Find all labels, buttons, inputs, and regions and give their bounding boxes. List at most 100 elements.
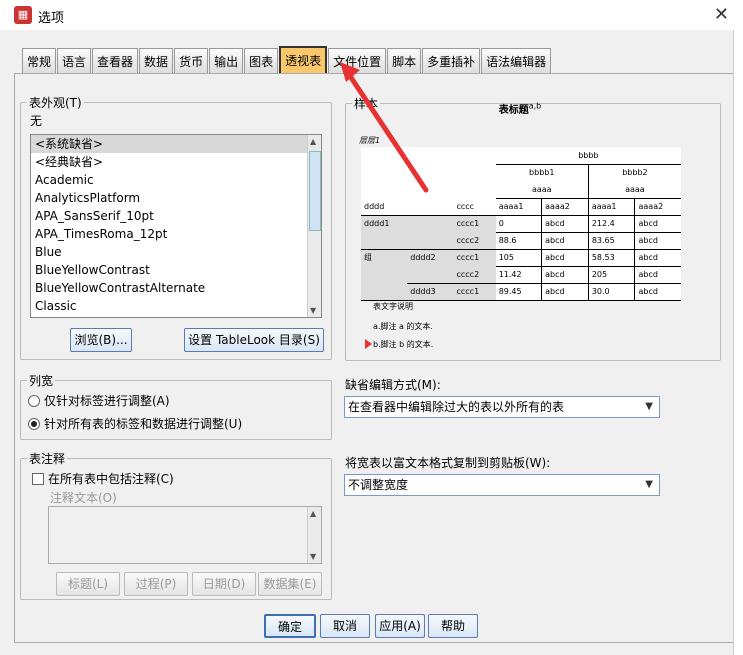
radio-label: 针对所有表的标签和数据进行调整(U) <box>44 417 243 431</box>
tab-language[interactable]: 语言 <box>57 48 92 74</box>
tab-general[interactable]: 常规 <box>22 48 57 74</box>
copy-wide-label: 将宽表以富文本格式复制到剪贴板(W): <box>345 456 551 470</box>
list-item[interactable]: <系统缺省> <box>31 135 321 153</box>
sample-cell: abcd <box>541 249 589 266</box>
tab-output[interactable]: 输出 <box>209 48 244 74</box>
sample-sub-header: aaaa2 <box>634 197 681 215</box>
checkbox-icon[interactable] <box>32 472 44 485</box>
tab-strip: 常规 语言 查看器 数据 货币 输出 图表 透视表 文件位置 脚本 多重插补 语… <box>22 46 552 74</box>
browse-button[interactable]: 浏览(B)... <box>70 328 132 352</box>
scroll-down-icon[interactable]: ▼ <box>310 552 316 561</box>
list-item[interactable]: Classic <box>31 297 321 315</box>
copy-wide-value: 不调整宽度 <box>348 478 409 492</box>
radio-selected-icon[interactable] <box>28 417 40 430</box>
sample-cell: 58.53 <box>587 249 635 266</box>
edit-mode-select[interactable]: 在查看器中编辑除过大的表以外所有的表 ▼ <box>344 396 660 418</box>
sample-cell: 105 <box>498 253 514 262</box>
sample-cell: 组 <box>361 249 408 266</box>
tablelook-legend: 表外观(T) <box>29 96 82 110</box>
set-tablelook-dir-button[interactable]: 设置 TableLook 目录(S) <box>184 328 324 352</box>
list-item[interactable]: BlueYellowContrastAlternate <box>31 279 321 297</box>
scroll-up-icon[interactable]: ▲ <box>310 509 316 518</box>
sample-cell: abcd <box>634 282 681 300</box>
footnote-marker-icon <box>365 339 372 349</box>
include-comments-checkbox[interactable]: 在所有表中包括注释(C) <box>32 470 174 487</box>
comment-text-area[interactable]: ▲ ▼ <box>48 506 322 564</box>
sample-col-header: bbbb2 <box>587 163 681 181</box>
list-item[interactable]: APA_TimesRoma_12pt <box>31 225 321 243</box>
scroll-up-icon[interactable]: ▲ <box>310 137 316 146</box>
sample-col-header: bbbb1 <box>495 163 589 181</box>
notes-legend: 表注释 <box>29 452 66 466</box>
ok-button[interactable]: 确定 <box>264 614 316 638</box>
sample-footnote-a: a.脚注 a 的文本. <box>373 322 433 331</box>
sample-cell: abcd <box>634 265 681 283</box>
sample-cell: abcd <box>541 265 589 283</box>
options-dialog: ▦ 选项 ✕ 常规 语言 查看器 数据 货币 输出 图表 透视表 文件位置 脚本… <box>0 0 743 655</box>
tab-syntax-editor[interactable]: 语法编辑器 <box>481 48 552 74</box>
list-item[interactable]: APA_SansSerif_10pt <box>31 207 321 225</box>
sample-cell: cccc1 <box>453 249 496 266</box>
copy-wide-select[interactable]: 不调整宽度 ▼ <box>344 474 660 496</box>
column-width-legend: 列宽 <box>29 374 54 388</box>
sample-caption: 表文字说明 <box>373 302 413 311</box>
list-item[interactable]: Academic <box>31 171 321 189</box>
tablelook-list[interactable]: <系统缺省> <经典缺省> Academic AnalyticsPlatform… <box>30 134 322 318</box>
sample-cell: dddd1 <box>361 215 408 232</box>
sample-cell: 30.0 <box>587 282 635 300</box>
sample-cell: dddd2 <box>407 249 454 266</box>
list-item[interactable]: AnalyticsPlatform <box>31 189 321 207</box>
radio-icon[interactable] <box>28 394 40 407</box>
sample-cell: cccc2 <box>453 266 496 283</box>
title-bar: ▦ 选项 ✕ <box>0 0 743 30</box>
sample-cell <box>361 232 408 249</box>
close-button[interactable]: ✕ <box>714 4 729 25</box>
sample-cell: 83.65 <box>587 231 635 249</box>
scroll-thumb[interactable] <box>309 151 321 231</box>
tab-charts[interactable]: 图表 <box>244 48 279 74</box>
sample-col-header: aaaa <box>531 184 552 194</box>
sample-cell: abcd <box>634 215 681 232</box>
cancel-button[interactable]: 取消 <box>320 614 370 638</box>
sample-cell: abcd <box>634 249 681 266</box>
sample-row-header: cccc <box>456 201 475 211</box>
sample-row-header: dddd <box>364 201 385 211</box>
comment-text-label: 注释文本(O) <box>50 491 117 505</box>
scroll-down-icon[interactable]: ▼ <box>310 306 316 315</box>
procedure-button[interactable]: 过程(P) <box>124 572 188 596</box>
comment-scrollbar[interactable]: ▲ ▼ <box>307 507 321 563</box>
list-item[interactable]: BlueYellowContrast <box>31 261 321 279</box>
dataset-button[interactable]: 数据集(E) <box>258 572 322 596</box>
list-item[interactable]: <经典缺省> <box>31 153 321 171</box>
apply-button[interactable]: 应用(A) <box>375 614 425 638</box>
radio-labels-only[interactable]: 仅针对标签进行调整(A) <box>28 392 170 409</box>
edit-mode-value: 在查看器中编辑除过大的表以外所有的表 <box>348 400 565 414</box>
title-button[interactable]: 标题(L) <box>56 572 120 596</box>
tab-data[interactable]: 数据 <box>139 48 174 74</box>
tab-pivot-tables[interactable]: 透视表 <box>279 46 328 74</box>
help-button[interactable]: 帮助 <box>428 614 478 638</box>
list-item[interactable]: Blue <box>31 243 321 261</box>
date-button[interactable]: 日期(D) <box>192 572 256 596</box>
list-scrollbar[interactable]: ▲ ▼ <box>307 135 321 317</box>
sample-col-header: aaaa <box>587 181 681 198</box>
background-window-edge-right <box>733 30 743 655</box>
sample-cell: 205 <box>587 265 635 283</box>
tab-currency[interactable]: 货币 <box>174 48 209 74</box>
sample-cell: abcd <box>541 231 589 249</box>
app-icon: ▦ <box>14 6 32 24</box>
chevron-down-icon[interactable]: ▼ <box>645 397 653 417</box>
chevron-down-icon[interactable]: ▼ <box>645 475 653 495</box>
radio-labels-and-data[interactable]: 针对所有表的标签和数据进行调整(U) <box>28 415 242 432</box>
sample-cell: cccc1 <box>453 215 496 232</box>
window-title: 选项 <box>38 11 65 26</box>
sample-cell: cccc1 <box>453 282 496 300</box>
sample-cell <box>361 266 408 283</box>
tab-viewer[interactable]: 查看器 <box>92 48 139 74</box>
sample-col-header: bbbb <box>578 150 599 160</box>
sample-sub-header: aaaa1 <box>495 197 542 215</box>
sample-cell <box>361 283 408 300</box>
sample-cell: abcd <box>634 231 681 249</box>
sample-cell: abcd <box>541 282 589 300</box>
sample-sub-header: aaaa2 <box>541 197 589 215</box>
